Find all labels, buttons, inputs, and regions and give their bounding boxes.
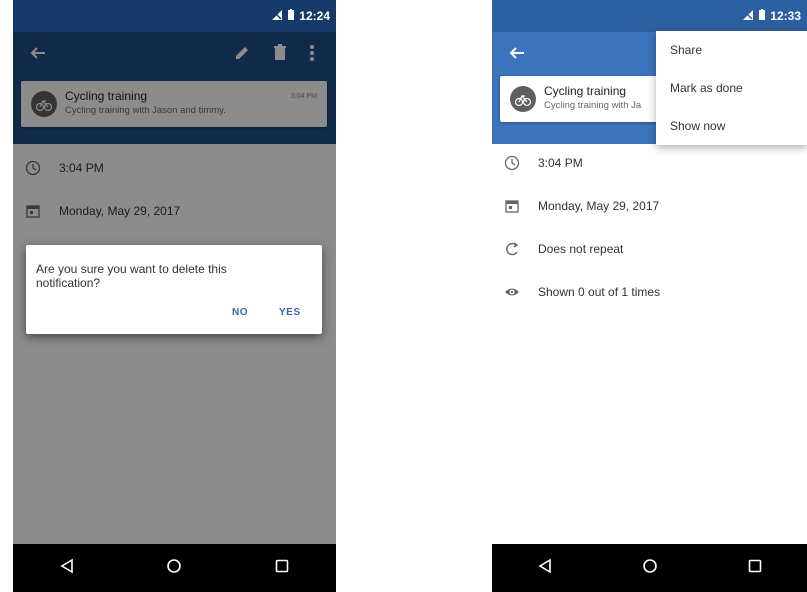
menu-item-mark-as-done[interactable]: Mark as done <box>670 81 743 95</box>
menu-item-share[interactable]: Share <box>670 43 702 57</box>
navigation-bar <box>492 544 807 592</box>
no-button[interactable]: NO <box>232 307 248 318</box>
nav-back-icon[interactable] <box>537 558 553 579</box>
detail-time-row[interactable]: 3:04 PM <box>504 155 583 171</box>
calendar-icon <box>504 198 520 214</box>
menu-item-show-now[interactable]: Show now <box>670 119 725 133</box>
nav-back-icon[interactable] <box>59 558 75 579</box>
card-title: Cycling training <box>544 84 627 98</box>
status-bar: 12:24 <box>13 0 336 32</box>
detail-time: 3:04 PM <box>538 156 583 170</box>
battery-icon <box>758 8 766 24</box>
status-time: 12:24 <box>299 9 330 23</box>
detail-date: Monday, May 29, 2017 <box>538 199 660 213</box>
detail-shown: Shown 0 out of 1 times <box>538 285 661 299</box>
detail-repeat: Does not repeat <box>538 242 624 256</box>
overflow-menu: Share Mark as done Show now <box>656 31 807 145</box>
status-bar: 12:33 <box>492 0 807 32</box>
yes-button[interactable]: YES <box>279 307 301 318</box>
eye-icon <box>504 284 520 300</box>
battery-icon <box>287 8 295 24</box>
delete-confirmation-dialog: Are you sure you want to delete this not… <box>26 245 322 334</box>
clock-icon <box>504 155 520 171</box>
phone-screen-delete-dialog: 12:24 Cycling training Cycling training … <box>13 0 336 592</box>
detail-repeat-row[interactable]: Does not repeat <box>504 241 623 257</box>
nav-recents-icon[interactable] <box>747 558 763 579</box>
nav-home-icon[interactable] <box>166 558 182 579</box>
dialog-message: Are you sure you want to delete this not… <box>36 262 227 290</box>
navigation-bar <box>13 544 336 592</box>
back-arrow-icon[interactable] <box>506 42 528 64</box>
nav-recents-icon[interactable] <box>274 558 290 579</box>
detail-shown-row[interactable]: Shown 0 out of 1 times <box>504 284 660 300</box>
repeat-icon <box>504 241 520 257</box>
phone-screen-overflow-menu: 12:33 Cycling training Cycling training … <box>492 0 807 592</box>
status-time: 12:33 <box>770 9 801 23</box>
detail-date-row[interactable]: Monday, May 29, 2017 <box>504 198 659 214</box>
card-subtitle: Cycling training with Ja <box>544 100 642 111</box>
bicycle-icon <box>510 86 536 112</box>
signal-icon <box>271 9 283 24</box>
signal-icon <box>742 9 754 24</box>
nav-home-icon[interactable] <box>642 558 658 579</box>
